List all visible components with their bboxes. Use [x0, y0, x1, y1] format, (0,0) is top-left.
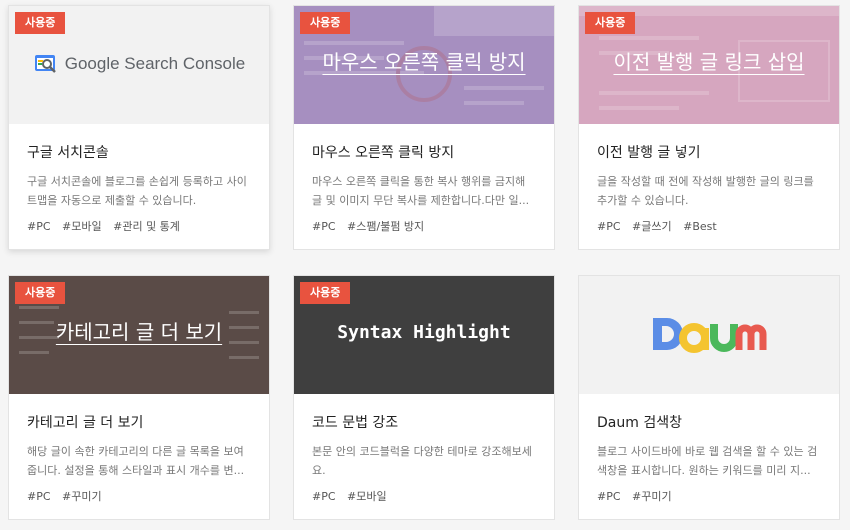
tag[interactable]: #PC	[312, 220, 336, 233]
card-title: Daum 검색창	[597, 415, 682, 431]
card-thumbnail	[579, 276, 839, 394]
tag-list: #PC #글쓰기 #Best	[597, 218, 821, 234]
plugin-grid: 사용중 Google Search Console 구글 서치콘솔 구글 서치콘…	[0, 0, 850, 530]
card-thumbnail: 사용중 카테고리 글 더 보기	[9, 276, 269, 394]
plugin-card-syntax-highlight[interactable]: 사용중 Syntax Highlight 코드 문법 강조 본문 안의 코드블럭…	[293, 275, 555, 520]
card-thumbnail: 사용중 이전 발행 글 링크 삽입	[579, 6, 839, 124]
tag[interactable]: #PC	[27, 220, 51, 233]
tag-list: #PC #모바일	[312, 488, 536, 504]
card-title: 구글 서치콘솔	[27, 145, 109, 161]
tag-list: #PC #스팸/불펌 방지	[312, 218, 536, 234]
plugin-card-daum-search[interactable]: Daum 검색창 블로그 사이드바에 바로 웹 검색을 할 수 있는 검색창을 …	[578, 275, 840, 520]
thumb-text: 카테고리 글 더 보기	[55, 320, 223, 344]
card-description: 마우스 오른쪽 클릭을 통한 복사 행위를 금지해 글 및 이미지 무단 복사를…	[312, 175, 530, 207]
status-badge: 사용중	[585, 12, 636, 34]
thumb-text: Google Search Console	[64, 54, 246, 73]
tag-list: #PC #꾸미기	[27, 488, 251, 504]
tag[interactable]: #PC	[597, 490, 621, 503]
card-title: 마우스 오른쪽 클릭 방지	[312, 145, 455, 161]
search-console-icon	[34, 55, 56, 73]
status-badge: 사용중	[15, 12, 66, 34]
tag[interactable]: #모바일	[62, 220, 102, 233]
thumb-text: 이전 발행 글 링크 삽입	[613, 50, 805, 74]
tag[interactable]: #스팸/불펌 방지	[347, 220, 424, 233]
google-search-console-logo: Google Search Console	[9, 52, 269, 76]
tag[interactable]: #Best	[683, 220, 717, 233]
daum-logo	[579, 314, 839, 354]
card-title: 이전 발행 글 넣기	[597, 145, 701, 161]
plugin-card-google-search-console[interactable]: 사용중 Google Search Console 구글 서치콘솔 구글 서치콘…	[8, 5, 270, 250]
status-badge: 사용중	[300, 282, 351, 304]
card-description: 블로그 사이드바에 바로 웹 검색을 할 수 있는 검색창을 표시합니다. 원하…	[597, 445, 818, 477]
card-thumbnail: 사용중 Syntax Highlight	[294, 276, 554, 394]
plugin-card-previous-post-link[interactable]: 사용중 이전 발행 글 링크 삽입 이전 발행 글 넣기 글을 작성할 때 전에…	[578, 5, 840, 250]
card-description: 구글 서치콘솔에 블로그를 손쉽게 등록하고 사이트맵을 자동으로 제출할 수 …	[27, 175, 247, 207]
plugin-card-right-click-block[interactable]: 사용중 마우스 오른쪽 클릭 방지 마우스 오른쪽 클릭 방지 마우스 오른쪽 …	[293, 5, 555, 250]
card-thumbnail: 사용중 Google Search Console	[9, 6, 269, 124]
thumb-text: 마우스 오른쪽 클릭 방지	[322, 50, 526, 74]
tag[interactable]: #PC	[312, 490, 336, 503]
tag[interactable]: #꾸미기	[62, 490, 102, 503]
plugin-card-category-more-posts[interactable]: 사용중 카테고리 글 더 보기 카테고리 글 더 보기 해당 글이 속한 카테고…	[8, 275, 270, 520]
card-description: 해당 글이 속한 카테고리의 다른 글 목록을 보여줍니다. 설정을 통해 스타…	[27, 445, 245, 477]
card-thumbnail: 사용중 마우스 오른쪽 클릭 방지	[294, 6, 554, 124]
tag[interactable]: #모바일	[347, 490, 387, 503]
thumb-text: Syntax Highlight	[337, 322, 511, 343]
card-title: 코드 문법 강조	[312, 415, 399, 431]
tag-list: #PC #모바일 #관리 및 통계	[27, 218, 251, 234]
status-badge: 사용중	[300, 12, 351, 34]
card-description: 글을 작성할 때 전에 작성해 발행한 글의 링크를 추가할 수 있습니다.	[597, 175, 814, 207]
daum-logo-icon	[653, 318, 767, 353]
tag[interactable]: #PC	[27, 490, 51, 503]
tag[interactable]: #관리 및 통계	[113, 220, 180, 233]
tag-list: #PC #꾸미기	[597, 488, 821, 504]
card-title: 카테고리 글 더 보기	[27, 415, 144, 431]
tag[interactable]: #꾸미기	[632, 490, 672, 503]
status-badge: 사용중	[15, 282, 66, 304]
tag[interactable]: #글쓰기	[632, 220, 672, 233]
tag[interactable]: #PC	[597, 220, 621, 233]
card-description: 본문 안의 코드블럭을 다양한 테마로 강조해보세요.	[312, 445, 532, 477]
